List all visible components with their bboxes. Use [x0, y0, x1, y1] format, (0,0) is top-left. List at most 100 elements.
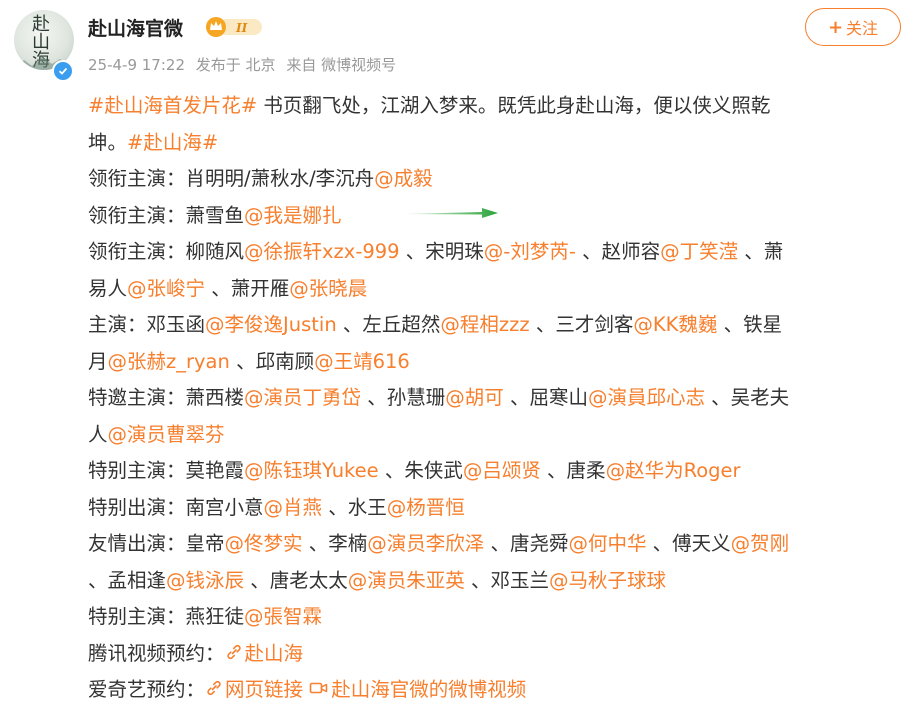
post-text: 特别主演：莫艳霞 — [88, 459, 245, 482]
post-line: 特别主演：燕狂徒@張智霖 — [88, 599, 903, 636]
post-text: 、邱南顾 — [229, 349, 315, 373]
verified-icon — [52, 60, 74, 82]
mention-link[interactable]: @贺刚 — [731, 532, 790, 555]
mention-link[interactable]: @张晓晨 — [289, 277, 367, 300]
post-text: 领衔主演：肖明明/萧秋水/李沉舟 — [88, 167, 375, 190]
follow-button[interactable]: + 关注 — [805, 8, 901, 46]
mention-link[interactable]: @KK魏巍 — [633, 313, 717, 336]
post-line: 爱奇艺预约： 网页链接 赴山海官微的微博视频 — [88, 672, 903, 709]
post-text: 、左丘超然 — [336, 313, 441, 336]
post-line: 领衔主演：萧雪鱼@我是娜扎 — [88, 198, 903, 235]
mention-link[interactable]: @程相zzz — [440, 313, 529, 336]
post-text: 、邓玉兰 — [464, 568, 549, 592]
mention-link[interactable]: @我是娜扎 — [244, 204, 342, 227]
post-meta: 25-4-9 17:22 发布于 北京 来自 微博视频号 — [88, 54, 402, 75]
post-text: 领衔主演：柳随风 — [88, 240, 245, 263]
mention-link[interactable]: @张赫z_ryan — [108, 350, 230, 373]
post-text: 、铁星 — [717, 313, 783, 336]
post-line: #赴山海首发片花# 书页翻飞处，江湖入梦来。既凭此身赴山海，便以侠义照乾 — [88, 88, 903, 125]
mention-link[interactable]: @马秋子球球 — [549, 569, 666, 592]
post-text: 、傅天义 — [646, 532, 731, 555]
weibo-video-link[interactable]: 赴山海官微的微博视频 — [309, 678, 526, 701]
mention-link[interactable]: @張智霖 — [244, 605, 322, 628]
crown-badge-icon[interactable]: II — [204, 15, 264, 39]
post-text: 、三才剑客 — [529, 313, 634, 336]
mention-link[interactable]: @李俊逸Justin — [205, 313, 337, 336]
post-text: 、水王 — [322, 495, 387, 519]
post-text: 、李楠 — [302, 532, 368, 555]
post-text: 、赵师容 — [575, 240, 661, 263]
post-text: 特邀主演：萧西楼 — [88, 386, 245, 409]
post-text: 、唐尧舜 — [484, 532, 569, 555]
post-text: 书页翻飞处，江湖入梦来。既凭此身赴山海，便以侠义照乾 — [257, 94, 771, 117]
badge-level: II — [235, 21, 248, 35]
post-text: 、孙慧珊 — [361, 386, 446, 409]
post-location: 发布于 北京 — [195, 56, 276, 74]
post-text: 、吴老夫 — [704, 386, 790, 409]
post-text: 月 — [88, 349, 108, 373]
post-text: 特别主演：燕狂徒 — [88, 605, 245, 628]
mention-link[interactable]: @吕颂贤 — [463, 459, 541, 482]
mention-link[interactable]: @演员丁勇岱 — [244, 386, 361, 409]
post-line: 坤。#赴山海# — [88, 125, 903, 162]
post-line: 腾讯视频预约： 赴山海 — [88, 636, 903, 673]
link-text: 赴山海官微的微博视频 — [331, 678, 527, 701]
post-line: 领衔主演：柳随风@徐振轩xzx-999 、宋明珠@-刘梦芮- 、赵师容@丁笑滢 … — [88, 234, 903, 271]
link-chain-icon — [226, 644, 241, 659]
post-content: #赴山海首发片花# 书页翻飞处，江湖入梦来。既凭此身赴山海，便以侠义照乾 坤。#… — [88, 88, 903, 709]
mention-link[interactable]: @-刘梦芮- — [484, 240, 576, 263]
post-line: 、孟相逢@钱泳辰 、唐老太太@演员朱亚英 、邓玉兰@马秋子球球 — [88, 563, 903, 600]
post-text: 、唐老太太 — [244, 568, 348, 592]
post-text: 特别出演：南宫小意 — [88, 495, 264, 519]
mention-link[interactable]: @陈钰琪Yukee — [244, 459, 379, 482]
mention-link[interactable]: @丁笑滢 — [660, 240, 738, 263]
mention-link[interactable]: @赵华为Roger — [606, 459, 741, 482]
mention-link[interactable]: @肖燕 — [264, 496, 323, 519]
post-source[interactable]: 来自 微博视频号 — [286, 56, 396, 74]
mention-link[interactable]: @王靖616 — [314, 350, 410, 373]
mention-link[interactable]: @何中华 — [568, 532, 646, 555]
mention-link[interactable]: @张峻宁 — [127, 277, 205, 300]
post-text: 人 — [88, 422, 108, 446]
link-text: 网页链接 — [225, 678, 304, 701]
post-line: 特别主演：莫艳霞@陈钰琪Yukee 、朱侠武@吕颂贤 、唐柔@赵华为Roger — [88, 453, 903, 490]
web-page-link[interactable]: 网页链接 — [205, 678, 303, 701]
mention-link[interactable]: @成毅 — [374, 167, 433, 190]
plus-icon: + — [827, 16, 844, 38]
post-text: 、萧开雁 — [205, 276, 290, 300]
post-text: 友情出演：皇帝 — [88, 532, 225, 555]
post-timestamp[interactable]: 25-4-9 17:22 — [88, 56, 185, 74]
mention-link[interactable]: @钱泳辰 — [166, 569, 244, 592]
post-text: 、唐柔 — [540, 459, 606, 482]
hashtag-link[interactable]: #赴山海# — [127, 131, 218, 154]
post-text: 爱奇艺预约： — [88, 678, 206, 701]
link-chain-icon — [207, 680, 221, 696]
video-camera-icon — [309, 682, 328, 694]
mention-link[interactable]: @佟梦实 — [225, 532, 303, 555]
mention-link[interactable]: @胡可 — [445, 386, 504, 409]
mention-link[interactable]: @演员李欣泽 — [367, 532, 484, 555]
post-text: 坤。 — [88, 130, 128, 154]
post-text: 、萧 — [738, 240, 784, 263]
post-line: 特邀主演：萧西楼@演员丁勇岱 、孙慧珊@胡可 、屈寒山@演員邱心志 、吴老夫 — [88, 380, 903, 417]
post-line: 特别出演：南宫小意@肖燕 、水王@杨晋恒 — [88, 490, 903, 527]
post-text: 、宋明珠 — [399, 240, 484, 263]
account-name[interactable]: 赴山海官微 — [88, 14, 183, 41]
mention-link[interactable]: @徐振轩xzx-999 — [244, 240, 400, 263]
post-line: 易人@张峻宁 、萧开雁@张晓晨 — [88, 271, 903, 308]
tencent-reserve-link[interactable]: 赴山海 — [225, 641, 304, 665]
post-text: 、孟相逢 — [88, 568, 167, 592]
hashtag-link[interactable]: #赴山海首发片花# — [88, 94, 257, 117]
post-text: 、朱侠武 — [378, 459, 463, 482]
mention-link[interactable]: @演员曹翠芬 — [108, 423, 225, 446]
mention-link[interactable]: @杨晋恒 — [387, 496, 465, 519]
post-text: 主演：邓玉函 — [88, 313, 206, 336]
post-text: 腾讯视频预约： — [88, 641, 225, 665]
post-line: 友情出演：皇帝@佟梦实 、李楠@演员李欣泽 、唐尧舜@何中华 、傅天义@贺刚 — [88, 526, 903, 563]
mention-link[interactable]: @演员朱亚英 — [348, 569, 465, 592]
mention-link[interactable]: @演員邱心志 — [588, 386, 705, 409]
follow-label: 关注 — [846, 19, 879, 38]
post-text: 易人 — [88, 276, 128, 300]
post-line: 人@演员曹翠芬 — [88, 417, 903, 454]
link-text: 赴山海 — [244, 641, 304, 665]
